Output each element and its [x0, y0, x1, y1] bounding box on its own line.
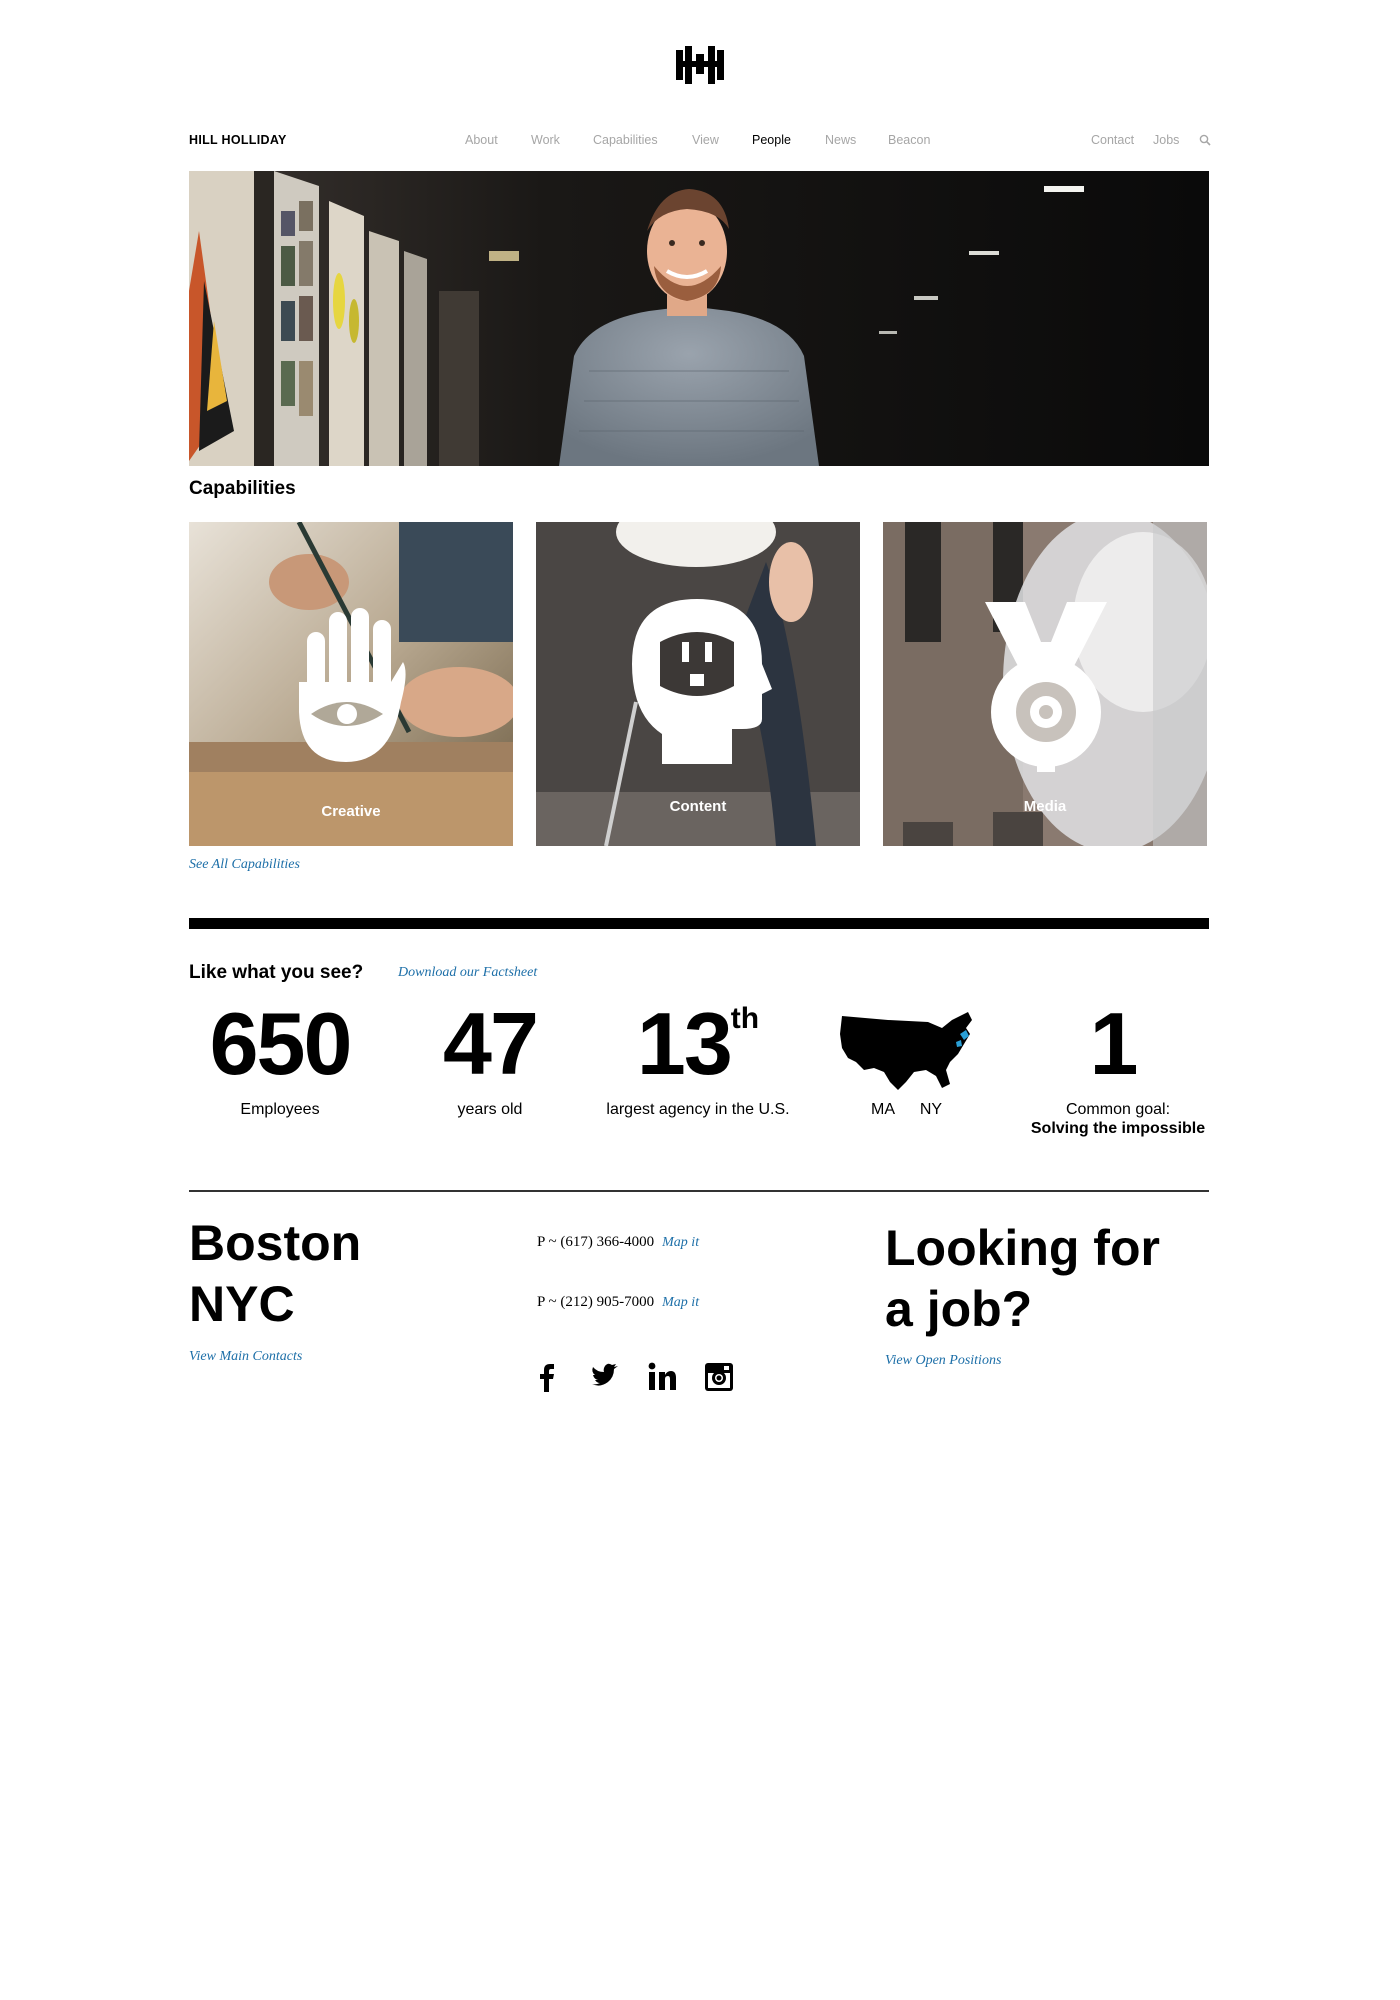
twitter-icon[interactable]: [590, 1362, 620, 1392]
stat-label-ma: MA: [871, 1101, 895, 1118]
nav-contact[interactable]: Contact: [1091, 133, 1134, 147]
stat-value-rank: 13th: [598, 1000, 798, 1088]
nav-jobs[interactable]: Jobs: [1153, 133, 1179, 147]
phone-boston: P ~ (617) 366-4000 Map it: [537, 1234, 699, 1251]
section-title-capabilities: Capabilities: [189, 478, 296, 499]
nav-beacon[interactable]: Beacon: [888, 133, 930, 147]
stat-value-goal: 1: [1089, 994, 1139, 1093]
stat-rank-number: 13: [636, 994, 733, 1093]
jobs-heading-line1: Looking for: [885, 1220, 1160, 1276]
capability-label: Content: [669, 798, 727, 815]
stat-label-goal: Common goal:: [1065, 1101, 1171, 1118]
nav-view[interactable]: View: [692, 133, 719, 147]
divider-thick: [189, 918, 1209, 929]
facebook-icon[interactable]: [532, 1362, 562, 1392]
phone-nyc: P ~ (212) 905-7000 Map it: [537, 1294, 699, 1311]
capability-card-creative[interactable]: Creative: [189, 522, 513, 846]
capability-card-content[interactable]: Content: [536, 522, 860, 846]
stat-label-rank: largest agency in the U.S.: [606, 1101, 790, 1118]
stats-heading: Like what you see?: [189, 962, 364, 983]
stat-value-employees: 650: [209, 994, 353, 1093]
brand-name[interactable]: HILL HOLLIDAY: [189, 133, 287, 147]
nav-news[interactable]: News: [825, 133, 856, 147]
download-factsheet-link[interactable]: Download our Factsheet: [398, 965, 537, 981]
city-nyc: NYC: [189, 1276, 295, 1332]
instagram-icon[interactable]: [704, 1362, 734, 1392]
stat-label-goal-bold: Solving the impossible: [1030, 1120, 1206, 1137]
head-outlet-icon: [632, 599, 772, 764]
stat-rank-suffix: th: [730, 1002, 760, 1035]
divider-thin: [189, 1190, 1209, 1192]
view-main-contacts-link[interactable]: View Main Contacts: [189, 1349, 302, 1365]
map-it-link[interactable]: Map it: [662, 1295, 699, 1310]
capability-label: Creative: [321, 803, 381, 820]
jobs-heading: Looking for a job?: [885, 1218, 1160, 1340]
usa-map-icon: [840, 1012, 972, 1090]
capability-card-media[interactable]: Media: [883, 522, 1207, 846]
capability-label: Media: [1023, 798, 1067, 815]
city-boston: Boston: [189, 1215, 362, 1271]
stat-value-years: 47: [443, 994, 539, 1093]
nav-about[interactable]: About: [465, 133, 498, 147]
hero-image: [189, 171, 1209, 466]
stat-label-ny: NY: [919, 1101, 943, 1118]
stat-label-years: years old: [457, 1101, 523, 1118]
search-icon[interactable]: [1198, 133, 1212, 147]
map-it-link[interactable]: Map it: [662, 1235, 699, 1250]
nav-people[interactable]: People: [752, 133, 791, 147]
see-all-capabilities-link[interactable]: See All Capabilities: [189, 857, 300, 873]
target-funnel-icon: [985, 602, 1107, 772]
linkedin-icon[interactable]: [647, 1362, 677, 1392]
view-open-positions-link[interactable]: View Open Positions: [885, 1353, 1001, 1369]
phone-number: P ~ (212) 905-7000: [537, 1294, 655, 1310]
jobs-heading-line2: a job?: [885, 1281, 1033, 1337]
hand-eye-icon: [299, 608, 406, 762]
stat-label-employees: Employees: [240, 1101, 320, 1118]
nav-work[interactable]: Work: [531, 133, 560, 147]
phone-number: P ~ (617) 366-4000: [537, 1234, 655, 1250]
logo-hh-icon[interactable]: [674, 44, 726, 84]
nav-capabilities[interactable]: Capabilities: [593, 133, 658, 147]
